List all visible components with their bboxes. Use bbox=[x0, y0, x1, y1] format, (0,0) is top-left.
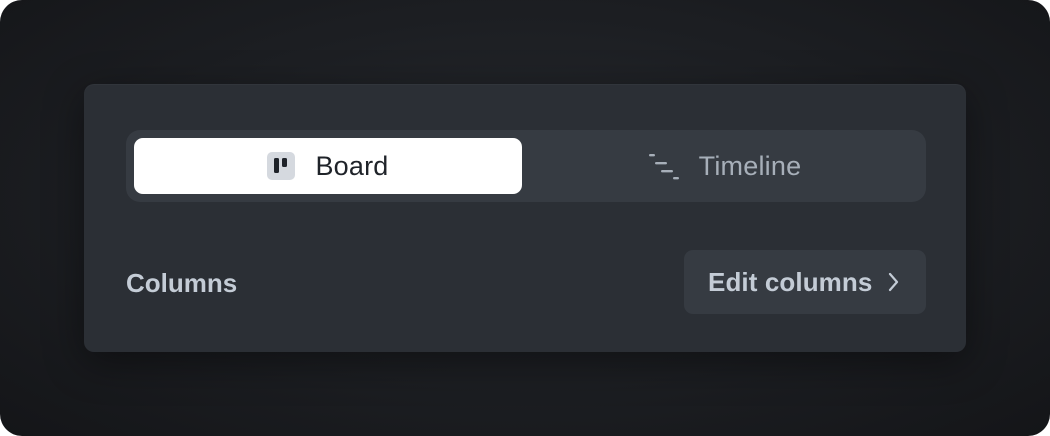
view-switcher: Board Timeline bbox=[126, 130, 926, 202]
timeline-view-label: Timeline bbox=[698, 150, 802, 181]
board-view-label: Board bbox=[315, 150, 389, 181]
edit-columns-label: Edit columns bbox=[708, 266, 873, 297]
edit-columns-button[interactable]: Edit columns bbox=[684, 250, 926, 314]
timeline-icon bbox=[647, 151, 681, 181]
window-frame: Board Timeline Columns Edit columns bbox=[0, 0, 1050, 436]
chevron-right-icon bbox=[886, 270, 902, 294]
board-view-button[interactable]: Board bbox=[134, 138, 522, 194]
view-settings-panel: Board Timeline Columns Edit columns bbox=[84, 84, 966, 352]
timeline-view-button[interactable]: Timeline bbox=[530, 138, 918, 194]
board-icon bbox=[267, 152, 296, 180]
columns-section-label: Columns bbox=[126, 268, 238, 298]
